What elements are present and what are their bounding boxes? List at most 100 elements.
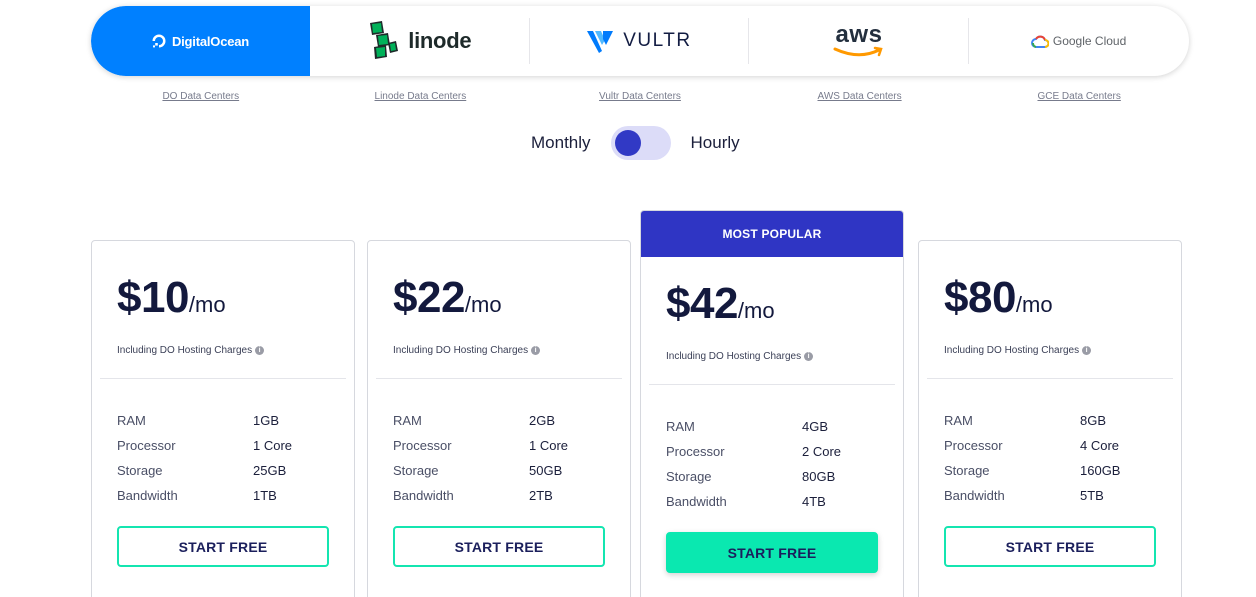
start-free-button[interactable]: START FREE	[666, 532, 878, 573]
linode-icon	[370, 21, 399, 59]
spec-row-bandwidth: Bandwidth 1TB	[117, 483, 329, 508]
spec-label: Storage	[117, 463, 163, 478]
tab-google-cloud[interactable]: Google Cloud	[969, 6, 1189, 76]
data-center-links: DO Data Centers Linode Data Centers Vult…	[91, 91, 1189, 102]
plan-price: $10 /mo	[117, 273, 329, 323]
price-amount: $80	[944, 273, 1016, 322]
spec-value: 2TB	[529, 488, 553, 503]
spec-row-bandwidth: Bandwidth 5TB	[944, 483, 1156, 508]
tab-digitalocean[interactable]: DigitalOcean	[91, 6, 310, 76]
spec-label: RAM	[666, 419, 695, 434]
spec-label: RAM	[393, 413, 422, 428]
spec-row-ram: RAM 2GB	[393, 408, 605, 433]
price-amount: $42	[666, 279, 738, 328]
spec-value: 50GB	[529, 463, 563, 478]
spec-label: Processor	[666, 444, 725, 459]
spec-label: Bandwidth	[393, 488, 454, 503]
price-amount: $22	[393, 273, 465, 322]
linode-data-centers-link[interactable]: Linode Data Centers	[311, 91, 531, 102]
spec-row-storage: Storage 160GB	[944, 458, 1156, 483]
vultr-data-centers-link[interactable]: Vultr Data Centers	[530, 91, 750, 102]
hourly-label[interactable]: Hourly	[691, 133, 740, 153]
spec-value: 1GB	[253, 413, 280, 428]
spec-list: RAM 8GB Processor 4 Core Storage 160GB Band…	[944, 408, 1156, 508]
hosting-note-text: Including DO Hosting Charges	[944, 345, 1080, 356]
spec-label: Processor	[117, 438, 176, 453]
plan-price: $22 /mo	[393, 273, 605, 323]
spec-row-storage: Storage 50GB	[393, 458, 605, 483]
spec-label: Storage	[944, 463, 990, 478]
monthly-label[interactable]: Monthly	[531, 133, 591, 153]
plan-card-popular: MOST POPULAR $42 /mo Including DO Hostin…	[640, 210, 904, 597]
spec-label: Bandwidth	[666, 494, 727, 509]
plan-price: $80 /mo	[944, 273, 1156, 323]
digitalocean-label: DigitalOcean	[171, 33, 250, 49]
do-data-centers-link[interactable]: DO Data Centers	[91, 91, 311, 102]
plan-price: $42 /mo	[666, 279, 878, 329]
spec-list: RAM 2GB Processor 1 Core Storage 50GB Bandw…	[393, 408, 605, 508]
price-amount: $10	[117, 273, 189, 322]
google-cloud-icon	[1030, 35, 1049, 48]
spec-label: RAM	[117, 413, 146, 428]
linode-logo: linode	[368, 21, 472, 61]
start-free-button[interactable]: START FREE	[944, 526, 1156, 567]
hosting-note: Including DO Hosting Charges i	[944, 345, 1156, 356]
vultr-label: VULTR	[623, 30, 692, 51]
tab-aws[interactable]: aws	[749, 6, 969, 76]
price-period: /mo	[737, 298, 775, 323]
vultr-icon	[587, 31, 614, 53]
plan-card: $22 /mo Including DO Hosting Charges i R…	[367, 240, 631, 597]
spec-value: 4 Core	[1080, 438, 1120, 453]
spec-row-processor: Processor 1 Core	[393, 433, 605, 458]
spec-value: 25GB	[253, 463, 287, 478]
spec-row-ram: RAM 1GB	[117, 408, 329, 433]
spec-value: 80GB	[802, 469, 836, 484]
linode-label: linode	[408, 28, 472, 53]
aws-logo: aws	[833, 23, 885, 58]
start-free-button[interactable]: START FREE	[393, 526, 605, 567]
spec-value: 160GB	[1080, 463, 1121, 478]
vultr-logo: VULTR	[587, 29, 691, 53]
hosting-note: Including DO Hosting Charges i	[117, 345, 329, 356]
price-period: /mo	[464, 292, 502, 317]
toggle-knob	[614, 130, 641, 156]
spec-value: 1TB	[253, 488, 277, 503]
spec-list: RAM 4GB Processor 2 Core Storage 80GB Bandw…	[666, 414, 878, 514]
spec-row-bandwidth: Bandwidth 2TB	[393, 483, 605, 508]
aws-smile-icon	[833, 46, 883, 57]
spec-row-processor: Processor 2 Core	[666, 439, 878, 464]
info-icon[interactable]: i	[531, 346, 541, 355]
spec-row-bandwidth: Bandwidth 4TB	[666, 489, 878, 514]
tab-linode[interactable]: linode	[310, 6, 530, 76]
aws-data-centers-link[interactable]: AWS Data Centers	[750, 91, 970, 102]
google-cloud-label: Google Cloud	[1052, 34, 1127, 48]
price-period: /mo	[1015, 292, 1053, 317]
spec-value: 5TB	[1080, 488, 1104, 503]
spec-value: 4GB	[802, 419, 829, 434]
billing-switch[interactable]	[610, 126, 671, 160]
spec-value: 1 Core	[253, 438, 293, 453]
start-free-button[interactable]: START FREE	[117, 526, 329, 567]
spec-value: 4TB	[802, 494, 826, 509]
hosting-note-text: Including DO Hosting Charges	[393, 345, 529, 356]
spec-row-ram: RAM 4GB	[666, 414, 878, 439]
price-period: /mo	[188, 292, 226, 317]
spec-label: Storage	[393, 463, 439, 478]
billing-toggle: Monthly Hourly	[531, 126, 740, 160]
plan-card: $10 /mo Including DO Hosting Charges i R…	[91, 240, 355, 597]
info-icon[interactable]: i	[804, 352, 814, 361]
spec-label: RAM	[944, 413, 973, 428]
spec-value: 1 Core	[529, 438, 569, 453]
tab-vultr[interactable]: VULTR	[530, 6, 750, 76]
info-icon[interactable]: i	[1082, 346, 1092, 355]
info-icon[interactable]: i	[255, 346, 265, 355]
plan-card: $80 /mo Including DO Hosting Charges i R…	[918, 240, 1182, 597]
spec-row-processor: Processor 4 Core	[944, 433, 1156, 458]
spec-label: Storage	[666, 469, 712, 484]
spec-row-ram: RAM 8GB	[944, 408, 1156, 433]
spec-list: RAM 1GB Processor 1 Core Storage 25GB Bandw…	[117, 408, 329, 508]
gce-data-centers-link[interactable]: GCE Data Centers	[969, 91, 1189, 102]
most-popular-badge: MOST POPULAR	[641, 211, 903, 257]
spec-row-processor: Processor 1 Core	[117, 433, 329, 458]
digitalocean-logo: DigitalOcean	[152, 34, 249, 49]
